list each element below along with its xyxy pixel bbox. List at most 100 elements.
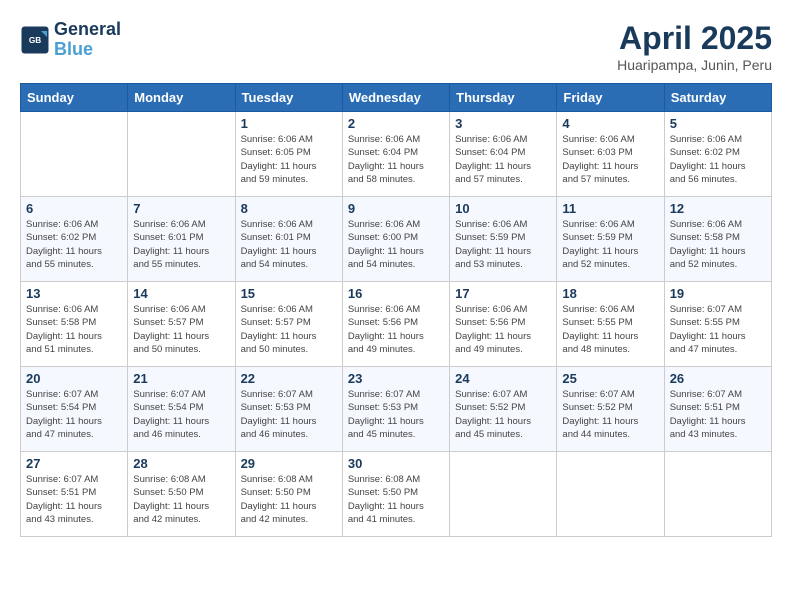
calendar-cell bbox=[128, 112, 235, 197]
calendar-week-3: 13Sunrise: 6:06 AM Sunset: 5:58 PM Dayli… bbox=[21, 282, 772, 367]
calendar-week-1: 1Sunrise: 6:06 AM Sunset: 6:05 PM Daylig… bbox=[21, 112, 772, 197]
calendar-cell: 17Sunrise: 6:06 AM Sunset: 5:56 PM Dayli… bbox=[450, 282, 557, 367]
calendar-cell: 18 Sunrise: 6:06 AM Sunset: 5:55 PM Dayli… bbox=[557, 282, 664, 367]
calendar-cell: 13Sunrise: 6:06 AM Sunset: 5:58 PM Dayli… bbox=[21, 282, 128, 367]
day-number: 3 bbox=[455, 116, 551, 131]
title-block: April 2025 Huaripampa, Junin, Peru bbox=[617, 20, 772, 73]
calendar-cell bbox=[557, 452, 664, 537]
day-info: Sunrise: 6:06 AM Sunset: 5:56 PM Dayligh… bbox=[348, 303, 444, 356]
day-info: Sunrise: 6:06 AM Sunset: 6:02 PM Dayligh… bbox=[26, 218, 122, 271]
logo-line2: Blue bbox=[54, 39, 93, 59]
day-info: Sunrise: 6:06 AM Sunset: 6:04 PM Dayligh… bbox=[348, 133, 444, 186]
day-number: 5 bbox=[670, 116, 766, 131]
day-number: 18 bbox=[562, 286, 658, 301]
weekday-header-friday: Friday bbox=[557, 84, 664, 112]
day-info: Sunrise: 6:06 AM Sunset: 5:57 PM Dayligh… bbox=[133, 303, 229, 356]
page-header: GB General Blue April 2025 Huaripampa, J… bbox=[20, 20, 772, 73]
calendar-cell: 6 Sunrise: 6:06 AM Sunset: 6:02 PM Daylig… bbox=[21, 197, 128, 282]
day-number: 23 bbox=[348, 371, 444, 386]
day-info: Sunrise: 6:06 AM Sunset: 6:01 PM Dayligh… bbox=[241, 218, 337, 271]
day-number: 21 bbox=[133, 371, 229, 386]
day-info: Sunrise: 6:07 AM Sunset: 5:53 PM Dayligh… bbox=[348, 388, 444, 441]
day-number: 11 bbox=[562, 201, 658, 216]
day-info: Sunrise: 6:07 AM Sunset: 5:51 PM Dayligh… bbox=[26, 473, 122, 526]
calendar-cell: 27 Sunrise: 6:07 AM Sunset: 5:51 PM Dayli… bbox=[21, 452, 128, 537]
calendar-cell: 14 Sunrise: 6:06 AM Sunset: 5:57 PM Dayli… bbox=[128, 282, 235, 367]
calendar-cell: 19Sunrise: 6:07 AM Sunset: 5:55 PM Dayli… bbox=[664, 282, 771, 367]
day-number: 6 bbox=[26, 201, 122, 216]
logo-text: General Blue bbox=[54, 20, 121, 60]
day-info: Sunrise: 6:06 AM Sunset: 5:56 PM Dayligh… bbox=[455, 303, 551, 356]
calendar-cell bbox=[21, 112, 128, 197]
calendar-week-5: 27 Sunrise: 6:07 AM Sunset: 5:51 PM Dayli… bbox=[21, 452, 772, 537]
day-info: Sunrise: 6:08 AM Sunset: 5:50 PM Dayligh… bbox=[241, 473, 337, 526]
calendar-cell: 2 Sunrise: 6:06 AM Sunset: 6:04 PM Daylig… bbox=[342, 112, 449, 197]
day-info: Sunrise: 6:06 AM Sunset: 5:59 PM Dayligh… bbox=[562, 218, 658, 271]
day-number: 26 bbox=[670, 371, 766, 386]
calendar-cell: 24Sunrise: 6:07 AM Sunset: 5:52 PM Dayli… bbox=[450, 367, 557, 452]
day-number: 15 bbox=[241, 286, 337, 301]
calendar-cell: 16 Sunrise: 6:06 AM Sunset: 5:56 PM Dayli… bbox=[342, 282, 449, 367]
day-info: Sunrise: 6:06 AM Sunset: 6:00 PM Dayligh… bbox=[348, 218, 444, 271]
calendar-cell: 26 Sunrise: 6:07 AM Sunset: 5:51 PM Dayli… bbox=[664, 367, 771, 452]
day-number: 16 bbox=[348, 286, 444, 301]
day-info: Sunrise: 6:07 AM Sunset: 5:52 PM Dayligh… bbox=[455, 388, 551, 441]
weekday-header-saturday: Saturday bbox=[664, 84, 771, 112]
day-info: Sunrise: 6:06 AM Sunset: 5:58 PM Dayligh… bbox=[26, 303, 122, 356]
calendar-cell bbox=[664, 452, 771, 537]
day-number: 9 bbox=[348, 201, 444, 216]
day-number: 12 bbox=[670, 201, 766, 216]
day-number: 14 bbox=[133, 286, 229, 301]
day-info: Sunrise: 6:06 AM Sunset: 6:04 PM Dayligh… bbox=[455, 133, 551, 186]
day-number: 20 bbox=[26, 371, 122, 386]
day-number: 30 bbox=[348, 456, 444, 471]
day-number: 27 bbox=[26, 456, 122, 471]
day-info: Sunrise: 6:06 AM Sunset: 5:59 PM Dayligh… bbox=[455, 218, 551, 271]
month-year: April 2025 bbox=[617, 20, 772, 57]
calendar-week-4: 20 Sunrise: 6:07 AM Sunset: 5:54 PM Dayli… bbox=[21, 367, 772, 452]
day-info: Sunrise: 6:06 AM Sunset: 6:01 PM Dayligh… bbox=[133, 218, 229, 271]
day-info: Sunrise: 6:07 AM Sunset: 5:54 PM Dayligh… bbox=[26, 388, 122, 441]
day-info: Sunrise: 6:06 AM Sunset: 5:57 PM Dayligh… bbox=[241, 303, 337, 356]
location: Huaripampa, Junin, Peru bbox=[617, 57, 772, 73]
calendar-cell: 28 Sunrise: 6:08 AM Sunset: 5:50 PM Dayli… bbox=[128, 452, 235, 537]
day-info: Sunrise: 6:07 AM Sunset: 5:51 PM Dayligh… bbox=[670, 388, 766, 441]
day-number: 4 bbox=[562, 116, 658, 131]
calendar-cell: 11 Sunrise: 6:06 AM Sunset: 5:59 PM Dayli… bbox=[557, 197, 664, 282]
day-info: Sunrise: 6:07 AM Sunset: 5:53 PM Dayligh… bbox=[241, 388, 337, 441]
day-number: 2 bbox=[348, 116, 444, 131]
day-number: 10 bbox=[455, 201, 551, 216]
day-info: Sunrise: 6:07 AM Sunset: 5:54 PM Dayligh… bbox=[133, 388, 229, 441]
day-info: Sunrise: 6:06 AM Sunset: 5:58 PM Dayligh… bbox=[670, 218, 766, 271]
logo: GB General Blue bbox=[20, 20, 121, 60]
calendar-cell: 3 Sunrise: 6:06 AM Sunset: 6:04 PM Daylig… bbox=[450, 112, 557, 197]
calendar-cell: 1Sunrise: 6:06 AM Sunset: 6:05 PM Daylig… bbox=[235, 112, 342, 197]
calendar-cell: 15 Sunrise: 6:06 AM Sunset: 5:57 PM Dayli… bbox=[235, 282, 342, 367]
day-info: Sunrise: 6:08 AM Sunset: 5:50 PM Dayligh… bbox=[133, 473, 229, 526]
calendar-table: SundayMondayTuesdayWednesdayThursdayFrid… bbox=[20, 83, 772, 537]
day-number: 7 bbox=[133, 201, 229, 216]
calendar-cell: 21 Sunrise: 6:07 AM Sunset: 5:54 PM Dayli… bbox=[128, 367, 235, 452]
day-info: Sunrise: 6:06 AM Sunset: 6:02 PM Dayligh… bbox=[670, 133, 766, 186]
day-number: 25 bbox=[562, 371, 658, 386]
weekday-header-thursday: Thursday bbox=[450, 84, 557, 112]
calendar-cell: 8Sunrise: 6:06 AM Sunset: 6:01 PM Daylig… bbox=[235, 197, 342, 282]
logo-line1: General bbox=[54, 20, 121, 40]
calendar-cell: 4 Sunrise: 6:06 AM Sunset: 6:03 PM Daylig… bbox=[557, 112, 664, 197]
weekday-header-tuesday: Tuesday bbox=[235, 84, 342, 112]
calendar-week-2: 6 Sunrise: 6:06 AM Sunset: 6:02 PM Daylig… bbox=[21, 197, 772, 282]
day-info: Sunrise: 6:08 AM Sunset: 5:50 PM Dayligh… bbox=[348, 473, 444, 526]
day-number: 29 bbox=[241, 456, 337, 471]
calendar-cell: 29 Sunrise: 6:08 AM Sunset: 5:50 PM Dayli… bbox=[235, 452, 342, 537]
calendar-cell bbox=[450, 452, 557, 537]
day-info: Sunrise: 6:06 AM Sunset: 6:03 PM Dayligh… bbox=[562, 133, 658, 186]
calendar-cell: 23 Sunrise: 6:07 AM Sunset: 5:53 PM Dayli… bbox=[342, 367, 449, 452]
day-info: Sunrise: 6:06 AM Sunset: 5:55 PM Dayligh… bbox=[562, 303, 658, 356]
weekday-header-sunday: Sunday bbox=[21, 84, 128, 112]
calendar-cell: 30 Sunrise: 6:08 AM Sunset: 5:50 PM Dayli… bbox=[342, 452, 449, 537]
day-number: 28 bbox=[133, 456, 229, 471]
calendar-cell: 7 Sunrise: 6:06 AM Sunset: 6:01 PM Daylig… bbox=[128, 197, 235, 282]
weekday-header-row: SundayMondayTuesdayWednesdayThursdayFrid… bbox=[21, 84, 772, 112]
svg-text:GB: GB bbox=[29, 36, 41, 45]
calendar-cell: 20 Sunrise: 6:07 AM Sunset: 5:54 PM Dayli… bbox=[21, 367, 128, 452]
